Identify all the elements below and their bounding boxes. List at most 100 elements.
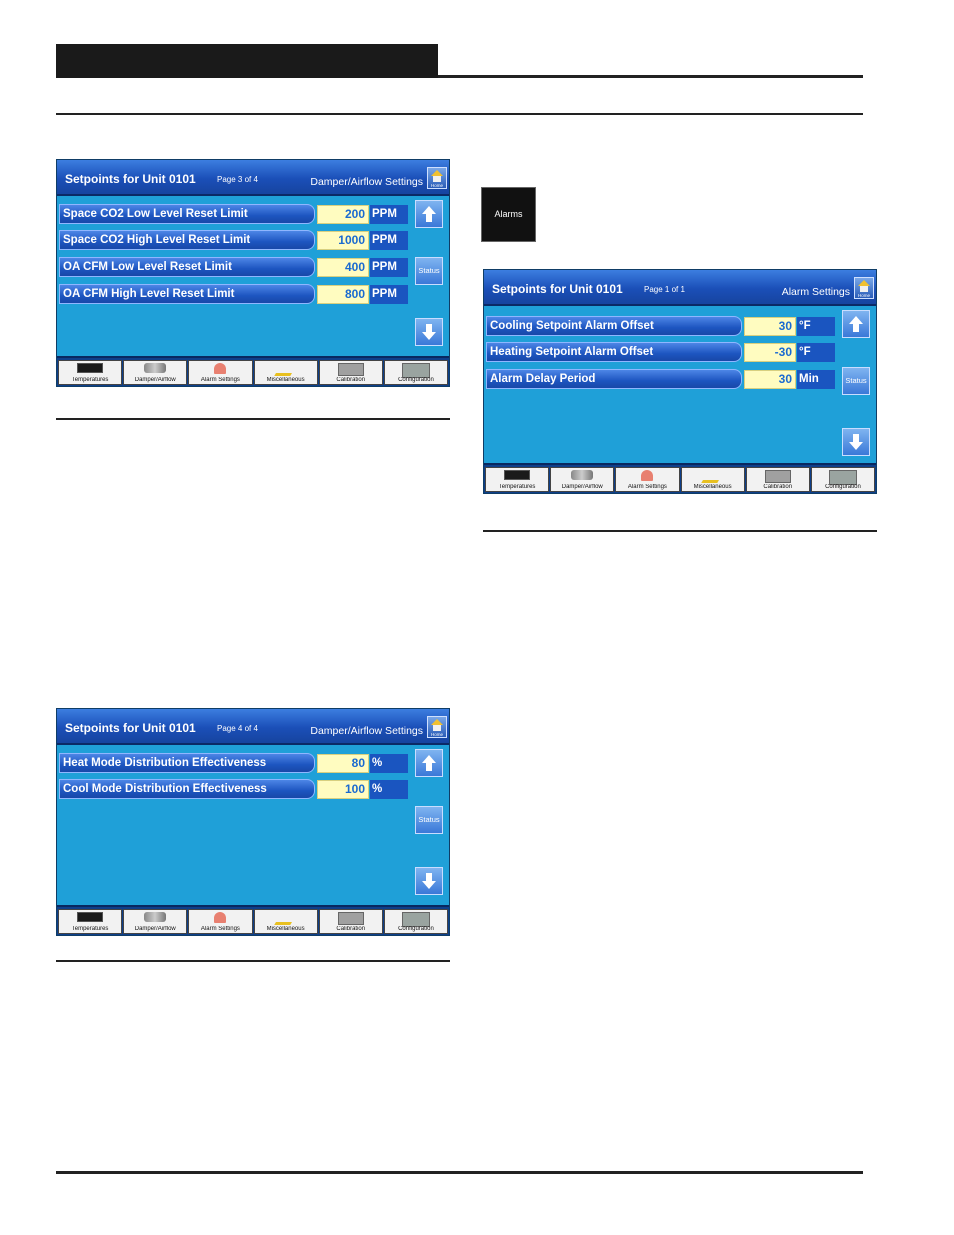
arrow-up-icon-stem <box>853 324 859 332</box>
tab-label: Damper/Airflow <box>561 484 603 490</box>
home-label: Home <box>430 183 443 188</box>
setpoint-label: Cool Mode Distribution Effectiveness <box>59 779 315 799</box>
tab-label: Miscellaneous <box>693 484 732 490</box>
panel-section-name: Alarm Settings <box>781 286 850 298</box>
panel-title-bar: Setpoints for Unit 0101 Page 3 of 4 Damp… <box>57 160 449 196</box>
damper-icon <box>571 470 594 480</box>
arrow-up-icon <box>422 206 436 214</box>
page-up-button[interactable] <box>842 310 870 338</box>
arrow-up-icon-stem <box>426 763 432 771</box>
setpoint-value-field[interactable]: 1000 <box>317 231 369 250</box>
arrow-up-icon <box>849 316 863 324</box>
setpoint-value-field[interactable]: 100 <box>317 780 369 799</box>
panel-title: Setpoints for Unit 0101 <box>65 721 196 735</box>
setpoint-value-field[interactable]: 30 <box>744 370 796 389</box>
setpoint-value-field[interactable]: 400 <box>317 258 369 277</box>
configuration-icon <box>401 912 430 927</box>
tab-label: Miscellaneous <box>266 926 305 932</box>
setpoint-label: Heat Mode Distribution Effectiveness <box>59 753 315 773</box>
setpoint-value-field[interactable]: -30 <box>744 343 796 362</box>
setpoint-unit: PPM <box>370 285 408 304</box>
tab-label: Temperatures <box>498 484 536 490</box>
panel-title: Setpoints for Unit 0101 <box>492 282 623 296</box>
display-icon <box>77 912 104 922</box>
setpoint-label: Cooling Setpoint Alarm Offset <box>486 316 742 336</box>
tab-label: Alarm Settings <box>200 377 240 383</box>
tab-calibration[interactable]: Calibration <box>318 360 383 385</box>
setpoint-label: Alarm Delay Period <box>486 369 742 389</box>
calibration-icon <box>337 363 364 376</box>
home-icon-body <box>433 176 441 182</box>
panel-section-name: Damper/Airflow Settings <box>310 176 423 188</box>
panel-title-bar: Setpoints for Unit 0101 Page 1 of 1 Alar… <box>484 270 876 306</box>
home-button[interactable]: Home <box>427 167 447 189</box>
tab-configuration[interactable]: Configuration <box>383 360 449 385</box>
page-down-button[interactable] <box>415 318 443 346</box>
configuration-icon <box>828 470 857 485</box>
tab-alarm-settings[interactable]: Alarm Settings <box>188 909 253 934</box>
status-button[interactable]: Status <box>415 806 443 834</box>
setpoint-value-field[interactable]: 200 <box>317 205 369 224</box>
panel-page-indicator: Page 3 of 4 <box>217 175 258 184</box>
tab-label: Calibration <box>763 484 793 490</box>
status-button[interactable]: Status <box>415 257 443 285</box>
tab-configuration[interactable]: Configuration <box>383 909 449 934</box>
damper-icon <box>144 363 167 373</box>
pencil-icon <box>700 470 725 483</box>
calibration-icon <box>764 470 791 483</box>
tab-damper-airflow[interactable]: Damper/Airflow <box>123 909 188 934</box>
panel-section-name: Damper/Airflow Settings <box>310 725 423 737</box>
tab-label: Temperatures <box>71 377 109 383</box>
tab-label: Miscellaneous <box>266 377 305 383</box>
tab-temperatures[interactable]: Temperatures <box>58 360 123 385</box>
tab-label: Damper/Airflow <box>134 377 176 383</box>
alarms-button[interactable]: Alarms <box>481 187 536 242</box>
tab-miscellaneous[interactable]: Miscellaneous <box>253 360 318 385</box>
panel-page-indicator: Page 1 of 1 <box>644 285 685 294</box>
page-up-button[interactable] <box>415 749 443 777</box>
bottom-tab-bar: Temperatures Damper/Airflow Alarm Settin… <box>57 905 449 935</box>
setpoints-panel-page-4: Setpoints for Unit 0101 Page 4 of 4 Damp… <box>56 708 450 936</box>
bell-icon <box>214 363 227 374</box>
tab-calibration[interactable]: Calibration <box>318 909 383 934</box>
tab-alarm-settings[interactable]: Alarm Settings <box>188 360 253 385</box>
tab-configuration[interactable]: Configuration <box>810 467 876 492</box>
tab-damper-airflow[interactable]: Damper/Airflow <box>123 360 188 385</box>
setpoint-unit: °F <box>797 317 835 336</box>
tab-calibration[interactable]: Calibration <box>745 467 810 492</box>
setpoint-unit: °F <box>797 343 835 362</box>
setpoint-value-field[interactable]: 800 <box>317 285 369 304</box>
tab-temperatures[interactable]: Temperatures <box>58 909 123 934</box>
header-rule <box>438 75 863 78</box>
status-button[interactable]: Status <box>842 367 870 395</box>
home-button[interactable]: Home <box>427 716 447 738</box>
display-icon <box>504 470 531 480</box>
damper-icon <box>144 912 167 922</box>
home-button[interactable]: Home <box>854 277 874 299</box>
page-up-button[interactable] <box>415 200 443 228</box>
tab-label: Configuration <box>398 926 434 932</box>
tab-alarm-settings[interactable]: Alarm Settings <box>615 467 680 492</box>
setpoint-label: OA CFM High Level Reset Limit <box>59 284 315 304</box>
panel-title: Setpoints for Unit 0101 <box>65 172 196 186</box>
setpoint-label: Space CO2 Low Level Reset Limit <box>59 204 315 224</box>
tab-miscellaneous[interactable]: Miscellaneous <box>680 467 745 492</box>
panel-page-indicator: Page 4 of 4 <box>217 724 258 733</box>
header-subrule <box>56 113 863 115</box>
home-label: Home <box>857 293 870 298</box>
bottom-tab-bar: Temperatures Damper/Airflow Alarm Settin… <box>484 463 876 493</box>
page-down-button[interactable] <box>415 867 443 895</box>
setpoint-value-field[interactable]: 30 <box>744 317 796 336</box>
tab-damper-airflow[interactable]: Damper/Airflow <box>550 467 615 492</box>
setpoint-label: OA CFM Low Level Reset Limit <box>59 257 315 277</box>
arrow-down-icon-stem <box>426 324 432 332</box>
tab-temperatures[interactable]: Temperatures <box>485 467 550 492</box>
tab-miscellaneous[interactable]: Miscellaneous <box>253 909 318 934</box>
page-down-button[interactable] <box>842 428 870 456</box>
setpoint-unit: PPM <box>370 258 408 277</box>
setpoint-value-field[interactable]: 80 <box>317 754 369 773</box>
pencil-icon <box>273 363 298 376</box>
home-icon-body <box>433 725 441 731</box>
setpoint-unit: PPM <box>370 205 408 224</box>
caption-rule <box>56 418 450 420</box>
